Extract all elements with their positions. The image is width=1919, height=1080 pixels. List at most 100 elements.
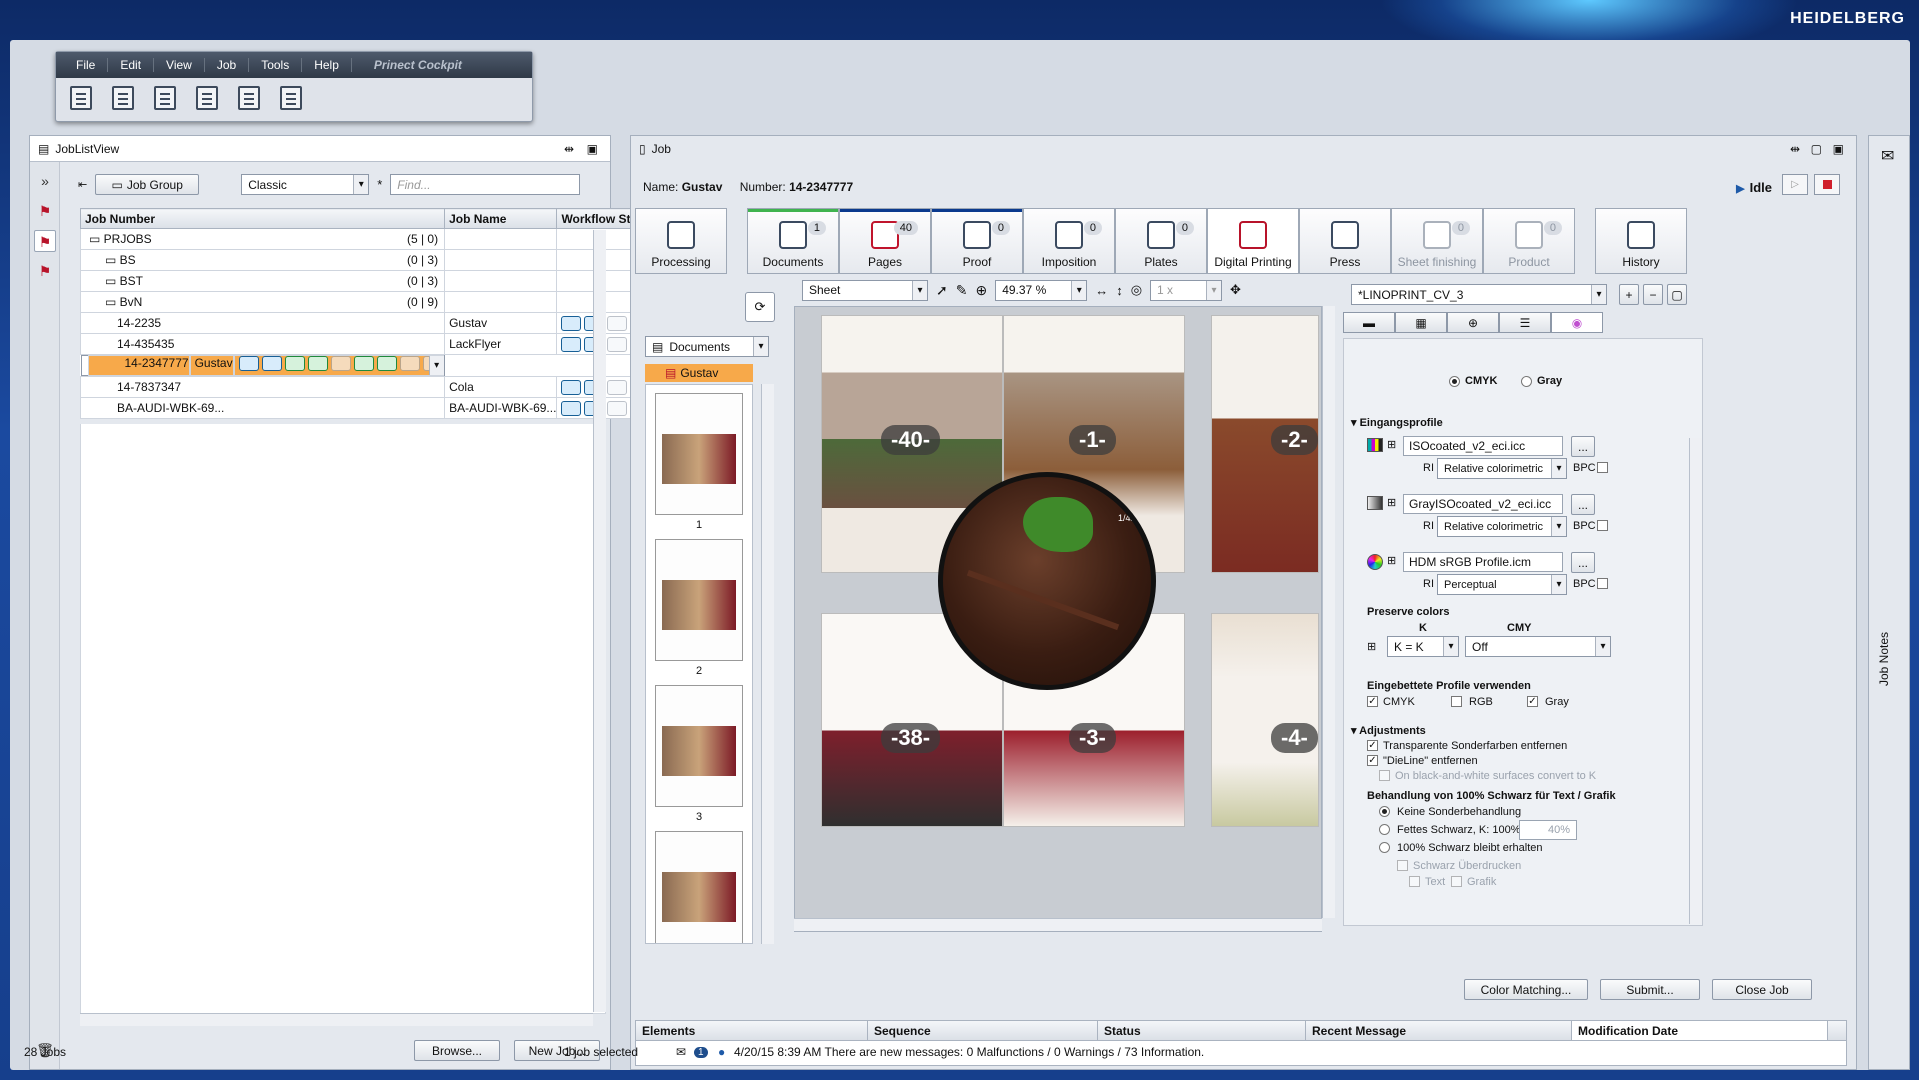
- menu-tools[interactable]: Tools: [249, 58, 303, 72]
- copies-select[interactable]: 1 x: [1150, 279, 1223, 301]
- notes-icon[interactable]: ✉: [1881, 146, 1894, 166]
- job-notes-panel[interactable]: ✉ Job Notes: [1868, 135, 1910, 1070]
- page-thumbnail[interactable]: [655, 831, 743, 943]
- gray-profile-field[interactable]: GrayISOcoated_v2_eci.icc: [1403, 494, 1563, 514]
- magnifier-loupe[interactable]: 1/4x ⊕: [938, 472, 1156, 690]
- menu-edit[interactable]: Edit: [108, 58, 155, 72]
- bpc-checkbox[interactable]: [1597, 578, 1608, 589]
- view-mode-select[interactable]: Sheet: [802, 279, 928, 301]
- properties-vscroll[interactable]: [1689, 438, 1702, 924]
- prepress-icon[interactable]: [561, 379, 582, 395]
- pdf-alt-icon[interactable]: ⚑: [34, 260, 56, 282]
- cmyk-radio[interactable]: [1449, 376, 1460, 387]
- browse-profile-button[interactable]: ...: [1571, 494, 1595, 515]
- pages-button[interactable]: 40 Pages: [839, 208, 931, 274]
- plates-button[interactable]: 0 Plates: [1115, 208, 1207, 274]
- tab-layout-icon[interactable]: ▦: [1395, 312, 1447, 333]
- proof-icon[interactable]: [284, 356, 305, 371]
- digital-printing-button[interactable]: Digital Printing: [1207, 208, 1299, 274]
- proof-icon[interactable]: [607, 315, 628, 331]
- menu-job[interactable]: Job: [205, 58, 250, 72]
- browse-profile-button[interactable]: ...: [1571, 552, 1595, 573]
- press-icon[interactable]: [376, 356, 397, 371]
- digital-icon[interactable]: [353, 356, 374, 371]
- col-job-name[interactable]: Job Name: [444, 208, 558, 229]
- embedded-cmyk-checkbox[interactable]: ✓: [1367, 696, 1378, 707]
- col-sequence[interactable]: Sequence: [868, 1021, 1098, 1040]
- adjust-checkbox-2[interactable]: ✓: [1367, 755, 1378, 766]
- overprint-text-checkbox[interactable]: [1409, 876, 1420, 887]
- archive-icon[interactable]: [280, 86, 302, 110]
- cmyk-profile-field[interactable]: ISOcoated_v2_eci.icc: [1403, 436, 1563, 456]
- adjust-checkbox-1[interactable]: ✓: [1367, 740, 1378, 751]
- imposition-button[interactable]: 0 Imposition: [1023, 208, 1115, 274]
- bpc-checkbox[interactable]: [1597, 462, 1608, 473]
- proof-button[interactable]: 0 Proof: [931, 208, 1023, 274]
- add-button[interactable]: +: [1619, 284, 1639, 305]
- page-thumbnail[interactable]: [655, 685, 743, 807]
- finishing-icon[interactable]: [399, 356, 420, 371]
- plate-icon[interactable]: [330, 356, 351, 371]
- document-icon[interactable]: [70, 86, 92, 110]
- table-row-selected[interactable]: 14-2347777 Gustav: [80, 355, 445, 376]
- page-thumbnail[interactable]: [655, 393, 743, 515]
- device-select[interactable]: *LINOPRINT_CV_3: [1351, 284, 1607, 305]
- tab-registration-icon[interactable]: ⊕: [1447, 312, 1499, 333]
- menu-file[interactable]: File: [64, 58, 109, 72]
- press-button[interactable]: Press: [1299, 208, 1391, 274]
- col-job-number[interactable]: Job Number: [79, 208, 446, 229]
- document-tree-item[interactable]: ▤ Gustav: [645, 364, 753, 382]
- expand-icon[interactable]: »: [34, 170, 56, 192]
- status-message[interactable]: 4/20/15 8:39 AM There are new messages: …: [734, 1045, 1204, 1059]
- bpc-checkbox[interactable]: [1597, 520, 1608, 531]
- black-option-2-radio[interactable]: [1379, 824, 1390, 835]
- menu-view[interactable]: View: [154, 58, 205, 72]
- proof-icon[interactable]: [607, 379, 628, 395]
- tab-color-icon[interactable]: ◉: [1551, 312, 1603, 333]
- product-button[interactable]: 0 Product: [1483, 208, 1575, 274]
- color-matching-button[interactable]: Color Matching...: [1464, 979, 1588, 1000]
- col-modification-date[interactable]: Modification Date: [1572, 1021, 1828, 1040]
- job-table-vscroll[interactable]: [593, 230, 606, 1012]
- add-profile-icon[interactable]: ⊞: [1387, 496, 1396, 509]
- page-thumbnail[interactable]: [655, 539, 743, 661]
- close-job-button[interactable]: Close Job: [1712, 979, 1812, 1000]
- cmy-select[interactable]: Off: [1465, 636, 1611, 657]
- add-profile-icon[interactable]: ⊞: [1387, 438, 1396, 451]
- split-icon[interactable]: ⇹: [1790, 142, 1800, 156]
- submit-button[interactable]: Submit...: [1600, 979, 1700, 1000]
- overprint-checkbox[interactable]: [1397, 860, 1408, 871]
- col-status[interactable]: Status: [1098, 1021, 1306, 1040]
- group-tree-icon[interactable]: ⇤: [78, 178, 87, 191]
- black-option-3-radio[interactable]: [1379, 842, 1390, 853]
- fit-width-icon[interactable]: ↔: [1095, 283, 1108, 298]
- settings-document-icon[interactable]: [154, 86, 176, 110]
- pdf-active-icon[interactable]: ⚑: [34, 230, 56, 252]
- preflight-icon[interactable]: [261, 356, 282, 371]
- find-input[interactable]: Find...: [390, 174, 581, 195]
- embedded-gray-checkbox[interactable]: ✓: [1527, 696, 1538, 707]
- zoom-select[interactable]: 49.37 %: [995, 279, 1088, 301]
- viewer-vscroll[interactable]: [1322, 306, 1335, 918]
- thumbnail-view-icon[interactable]: ⟳: [745, 292, 775, 322]
- job-group-button[interactable]: ▭ Job Group: [95, 174, 200, 195]
- split-icon[interactable]: ⇹: [564, 142, 574, 156]
- prepress-icon[interactable]: [561, 315, 582, 331]
- add-profile-icon[interactable]: ⊞: [1387, 554, 1396, 567]
- col-recent-message[interactable]: Recent Message: [1306, 1021, 1572, 1040]
- ri-select[interactable]: Perceptual: [1437, 574, 1567, 595]
- prepress-icon[interactable]: [238, 356, 259, 371]
- processing-button[interactable]: Processing: [635, 208, 727, 274]
- product-icon[interactable]: [422, 356, 443, 371]
- tab-media-icon[interactable]: ▬: [1343, 312, 1395, 333]
- edit-button[interactable]: ▢: [1667, 284, 1687, 305]
- thumbnail-vscroll[interactable]: [761, 384, 774, 944]
- browse-profile-button[interactable]: ...: [1571, 436, 1595, 457]
- prepress-icon[interactable]: [561, 336, 582, 352]
- adjust-checkbox-3[interactable]: [1379, 770, 1390, 781]
- overprint-grafik-checkbox[interactable]: [1451, 876, 1462, 887]
- loupe-icon[interactable]: ◎: [1131, 282, 1142, 298]
- documents-button[interactable]: 1 Documents: [747, 208, 839, 274]
- view-select[interactable]: Classic: [241, 174, 370, 195]
- proof-icon[interactable]: [607, 336, 628, 352]
